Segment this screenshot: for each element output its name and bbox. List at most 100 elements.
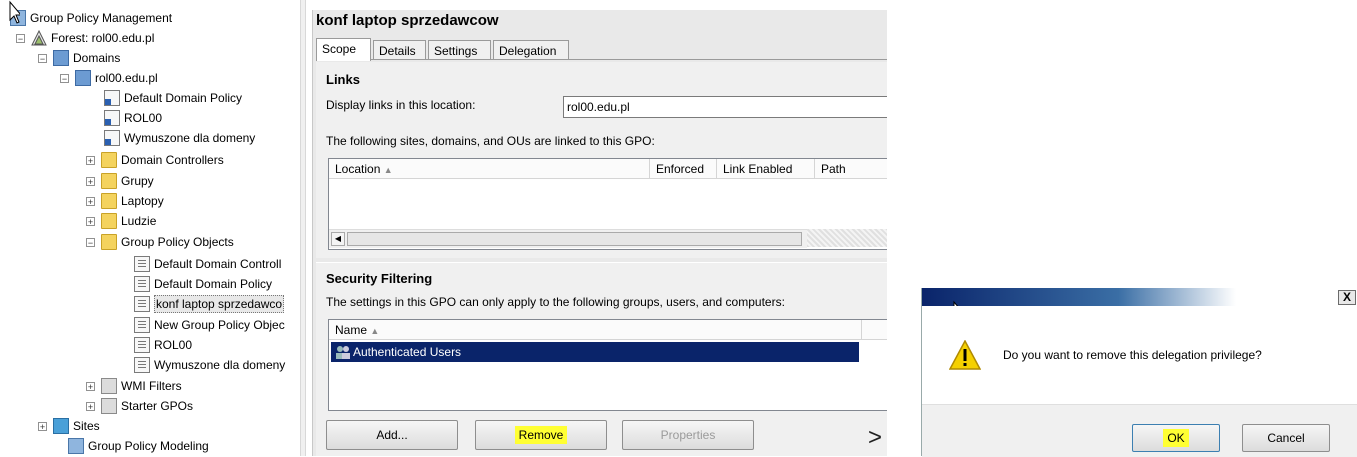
linked-description: The following sites, domains, and OUs ar…: [326, 134, 655, 148]
column-link-enabled[interactable]: Link Enabled: [717, 159, 815, 179]
gpo-icon: [134, 357, 150, 373]
security-description: The settings in this GPO can only apply …: [326, 295, 785, 309]
display-links-select[interactable]: rol00.edu.pl: [563, 96, 887, 118]
tree-forest-label: Forest: rol00.edu.pl: [51, 31, 155, 45]
tree-item-label: New Group Policy Objec: [154, 318, 285, 332]
tree-link-wymuszone[interactable]: Wymuszone dla domeny: [104, 128, 255, 148]
expand-icon[interactable]: +: [38, 421, 47, 431]
expand-icon[interactable]: +: [86, 196, 95, 206]
ou-folder-icon: [101, 193, 117, 209]
column-extra[interactable]: [862, 320, 887, 340]
column-enforced[interactable]: Enforced: [650, 159, 717, 179]
tree-domains[interactable]: − Domains: [38, 48, 120, 68]
tree-item-label: Grupy: [121, 174, 154, 188]
security-heading: Security Filtering: [326, 271, 433, 286]
gpo-title: konf laptop sprzedawcow: [316, 12, 499, 29]
scrollbar-track: [807, 229, 887, 247]
gpo-icon: [134, 317, 150, 333]
close-button[interactable]: X: [1338, 290, 1356, 305]
links-list[interactable]: Location ▲ Enforced Link Enabled Path ◀: [328, 158, 887, 250]
scrollbar-thumb[interactable]: [347, 232, 802, 246]
cancel-button[interactable]: Cancel: [1242, 424, 1330, 452]
tree-ou-ludzie[interactable]: + Ludzie: [86, 211, 156, 231]
expand-icon[interactable]: +: [86, 381, 95, 391]
tab-settings[interactable]: Settings: [428, 40, 491, 60]
tree-gpo-item[interactable]: New Group Policy Objec: [134, 315, 285, 335]
tree-link-rol00[interactable]: ROL00: [104, 108, 162, 128]
domains-icon: [53, 50, 69, 66]
gpo-details-pane: konf laptop sprzedawcow Scope Details Se…: [312, 10, 887, 456]
step-separator: >: [868, 424, 883, 451]
expand-icon[interactable]: +: [86, 216, 95, 226]
tab-scope[interactable]: Scope: [316, 38, 371, 61]
tree-domain-label: rol00.edu.pl: [95, 71, 158, 85]
security-list[interactable]: Name ▲ Authenticated Users: [328, 319, 887, 411]
tree-gpo-item-selected[interactable]: konf laptop sprzedawco: [134, 294, 285, 314]
expand-icon[interactable]: +: [86, 176, 95, 186]
tree-wmi-filters[interactable]: + WMI Filters: [86, 376, 182, 396]
column-label: Location: [335, 162, 381, 176]
gpo-icon: [134, 337, 150, 353]
tree-starter-gpos[interactable]: + Starter GPOs: [86, 396, 193, 416]
ou-folder-icon: [101, 152, 117, 168]
tree-sites[interactable]: + Sites: [38, 416, 100, 436]
tree-item-label: Default Domain Controll: [154, 257, 282, 271]
gpo-link-enforced-icon: [104, 130, 120, 146]
tree-domain[interactable]: − rol00.edu.pl: [60, 68, 158, 88]
tree-item-label: Starter GPOs: [121, 399, 194, 413]
tab-delegation[interactable]: Delegation: [493, 40, 569, 60]
collapse-icon[interactable]: −: [60, 73, 69, 83]
gpo-icon: [134, 256, 150, 272]
column-path[interactable]: Path: [815, 159, 887, 179]
dialog-message: Do you want to remove this delegation pr…: [1003, 348, 1262, 362]
tree-item-label: Wymuszone dla domeny: [154, 358, 286, 372]
properties-button[interactable]: Properties: [622, 420, 754, 450]
tree-forest[interactable]: − Forest: rol00.edu.pl: [16, 28, 154, 48]
add-button[interactable]: Add...: [326, 420, 458, 450]
dialog-titlebar[interactable]: X: [922, 288, 1357, 306]
security-row-label: Authenticated Users: [353, 345, 462, 359]
tree-gpo-item[interactable]: Wymuszone dla domeny: [134, 355, 285, 375]
starter-gpos-icon: [101, 398, 117, 414]
tree-gpo-item[interactable]: Default Domain Controll: [134, 254, 281, 274]
horizontal-scrollbar[interactable]: ◀: [329, 229, 807, 248]
tree-modeling[interactable]: Group Policy Modeling: [68, 436, 209, 456]
security-row-selected[interactable]: Authenticated Users: [331, 342, 859, 362]
links-heading: Links: [326, 72, 360, 87]
tree-gpo-item[interactable]: Default Domain Policy: [134, 274, 272, 294]
gpo-link-icon: [104, 110, 120, 126]
security-filtering-section: Security Filtering The settings in this …: [316, 262, 887, 456]
column-name[interactable]: Name ▲: [329, 320, 862, 340]
warning-icon: [949, 340, 981, 370]
tree-ou-grupy[interactable]: + Grupy: [86, 171, 154, 191]
sort-asc-icon: ▲: [370, 326, 380, 336]
collapse-icon[interactable]: −: [38, 53, 47, 63]
gpo-icon: [134, 276, 150, 292]
scroll-left-icon[interactable]: ◀: [331, 232, 345, 246]
expand-icon[interactable]: +: [86, 401, 95, 411]
tree-gpo-item[interactable]: ROL00: [134, 335, 192, 355]
collapse-icon[interactable]: −: [16, 33, 25, 43]
tree-link-default-domain-policy[interactable]: Default Domain Policy: [104, 88, 242, 108]
tree-item-label: Sites: [73, 419, 100, 433]
column-location[interactable]: Location ▲: [329, 159, 650, 179]
collapse-icon[interactable]: −: [86, 237, 95, 247]
links-section: Links Display links in this location: ro…: [316, 62, 887, 258]
ok-button[interactable]: OK: [1132, 424, 1220, 452]
pane-splitter[interactable]: [300, 0, 306, 456]
tree-item-label: Group Policy Modeling: [88, 439, 209, 453]
remove-button[interactable]: Remove: [475, 420, 607, 450]
tree-item-label: Laptopy: [121, 194, 164, 208]
tree-root[interactable]: Group Policy Management: [10, 8, 172, 28]
modeling-icon: [68, 438, 84, 454]
expand-icon[interactable]: +: [86, 155, 95, 165]
tree-gpo-container[interactable]: − Group Policy Objects: [86, 232, 234, 252]
tree-ou-laptopy[interactable]: + Laptopy: [86, 191, 164, 211]
gpo-link-icon: [104, 90, 120, 106]
tree-item-label: konf laptop sprzedawco: [154, 295, 285, 313]
tab-details[interactable]: Details: [373, 40, 426, 60]
gpo-icon: [134, 296, 150, 312]
tree-ou-domain-controllers[interactable]: + Domain Controllers: [86, 150, 224, 170]
gpo-folder-icon: [101, 234, 117, 250]
tree-item-label: Domain Controllers: [121, 153, 224, 167]
